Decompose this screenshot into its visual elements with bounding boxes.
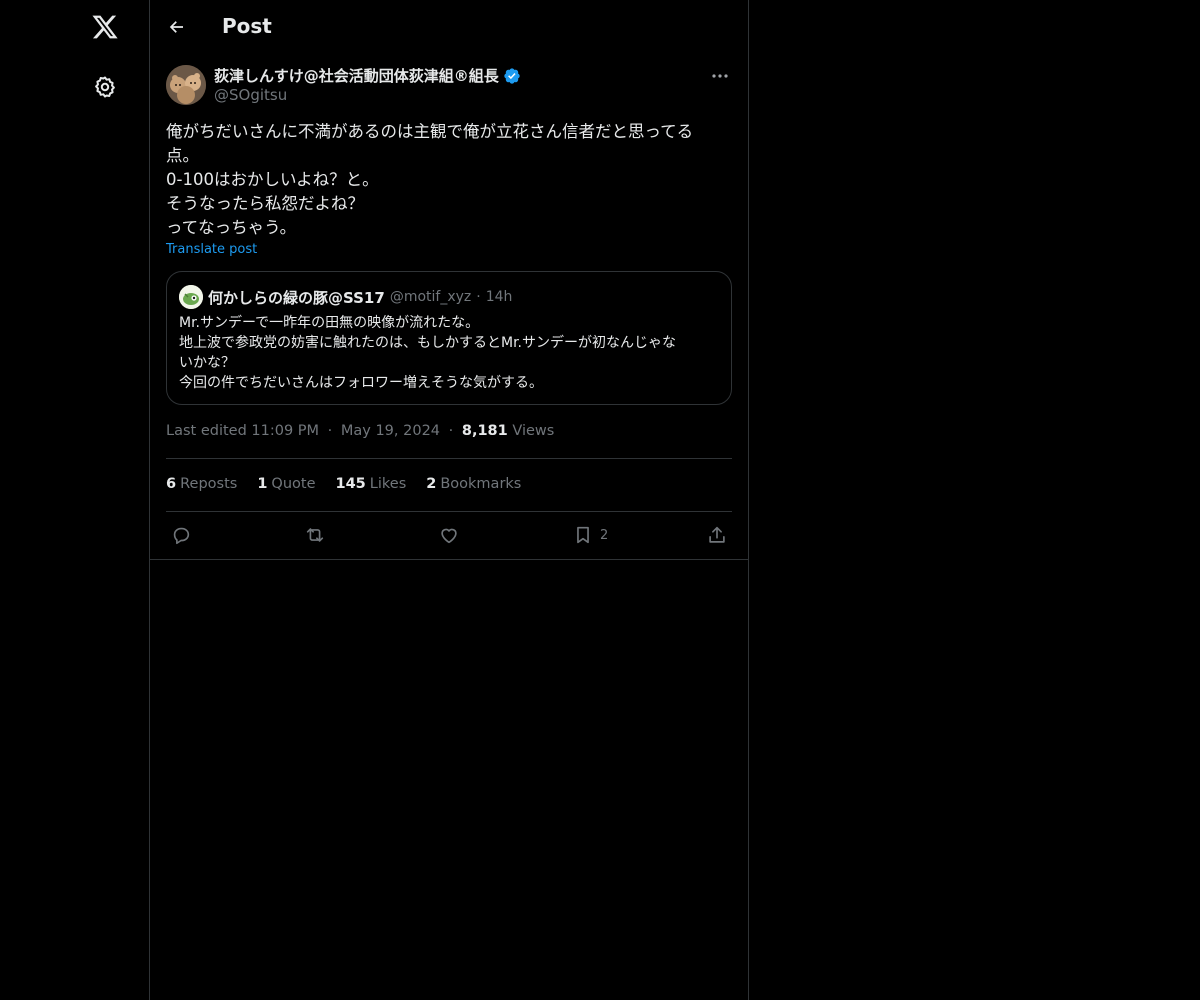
bookmarks-label: Bookmarks (440, 476, 522, 492)
divider (166, 511, 732, 512)
reposts-count: 6 (166, 476, 177, 492)
quote-author-name: 何かしらの緑の豚@SS17 (208, 288, 385, 307)
more-horizontal-icon (712, 74, 728, 78)
quoted-post[interactable]: 何かしらの緑の豚@SS17 @motif_xyz · 14h Mr.サンデーで一… (166, 271, 732, 405)
meta-separator: · (448, 423, 454, 439)
back-button[interactable] (164, 14, 190, 40)
likes-count: 145 (335, 476, 366, 492)
page-header: Post (150, 0, 748, 54)
arrow-left-icon (169, 21, 183, 33)
quote-text: Mr.サンデーで一昨年の田無の映像が流れたな。 地上波で参政党の妨害に触れたのは… (179, 313, 719, 393)
divider (166, 458, 732, 459)
quote-author-handle: @motif_xyz (389, 289, 472, 305)
post-detail-column: Post 荻津しんすけ@社会活動団体荻津組®組長 @SOgitsu 俺がちだいさ… (150, 0, 749, 1000)
post-text-line: ってなっちゃう。 (166, 218, 297, 237)
reposts-label: Reposts (180, 476, 238, 492)
translate-post-link[interactable]: Translate post (166, 242, 257, 257)
reply-button[interactable] (170, 522, 192, 548)
likes-label: Likes (369, 476, 407, 492)
likes-stat[interactable]: 145 Likes (336, 476, 407, 492)
quotes-stat[interactable]: 1 Quote (257, 476, 315, 492)
reposts-stat[interactable]: 6 Reposts (166, 476, 237, 492)
gear-icon[interactable] (91, 73, 119, 101)
edited-timestamp[interactable]: Last edited 11:09 PM (166, 423, 319, 439)
meta-separator: · (327, 423, 333, 439)
post-text-line: そうなったら私怨だよね？ (166, 194, 364, 213)
bookmarks-stat[interactable]: 2 Bookmarks (426, 476, 521, 492)
quote-text-line: 地上波で参政党の妨害に触れたのは、もしかするとMr.サンデーが初なんじゃな (179, 335, 676, 351)
quotes-label: Quote (271, 476, 316, 492)
repost-button[interactable] (303, 522, 327, 548)
verified-badge-icon[interactable] (503, 67, 521, 85)
views-label: Views (512, 423, 555, 439)
views-count: 8,181 (461, 423, 508, 439)
author-name[interactable]: 荻津しんすけ@社会活動団体荻津組®組長 (214, 65, 499, 86)
post-text-line: 俺がちだいさんに不満があるのは主観で俺が立花さん信者だと思ってる (166, 122, 694, 141)
more-options-button[interactable] (708, 66, 732, 86)
like-button[interactable] (438, 522, 460, 548)
heart-icon (441, 528, 457, 544)
quote-text-line: 今回の件でちだいさんはフォロワー増えそうな気がする。 (179, 375, 543, 391)
post-text-line: 0-100はおかしいよね？と。 (166, 170, 379, 189)
repost-icon (306, 528, 324, 542)
share-button[interactable] (706, 522, 728, 548)
quote-text-line: Mr.サンデーで一昨年の田無の映像が流れたな。 (179, 315, 480, 331)
author-handle[interactable]: @SOgitsu (214, 86, 287, 104)
post-stats: 6 Reposts 1 Quote 145 Likes 2 Bookmarks (166, 476, 521, 492)
reply-icon (173, 527, 190, 545)
x-logo-icon[interactable] (88, 10, 122, 44)
bookmark-button[interactable]: 2 (572, 522, 608, 548)
bookmarks-count: 2 (426, 476, 437, 492)
post-meta: Last edited 11:09 PM · May 19, 2024 · 8,… (166, 423, 554, 439)
post-actions: 2 (166, 522, 732, 548)
quote-avatar[interactable] (179, 285, 203, 309)
share-icon (709, 526, 725, 543)
page-title: Post (222, 14, 272, 38)
bookmark-count: 2 (600, 527, 609, 543)
avatar[interactable] (166, 65, 206, 105)
post-text-line: 点。 (166, 146, 199, 165)
divider (150, 559, 748, 560)
quote-timestamp: 14h (485, 289, 513, 305)
post-date[interactable]: May 19, 2024 (341, 423, 440, 439)
bookmark-icon (577, 526, 589, 544)
post-author: 荻津しんすけ@社会活動団体荻津組®組長 @SOgitsu (166, 64, 732, 108)
left-navigation (0, 0, 150, 1000)
quotes-count: 1 (257, 476, 268, 492)
post-text: 俺がちだいさんに不満があるのは主観で俺が立花さん信者だと思ってる 点。 0-10… (166, 120, 726, 240)
quote-separator: · (476, 289, 481, 305)
quote-text-line: いかな？ (179, 355, 235, 371)
